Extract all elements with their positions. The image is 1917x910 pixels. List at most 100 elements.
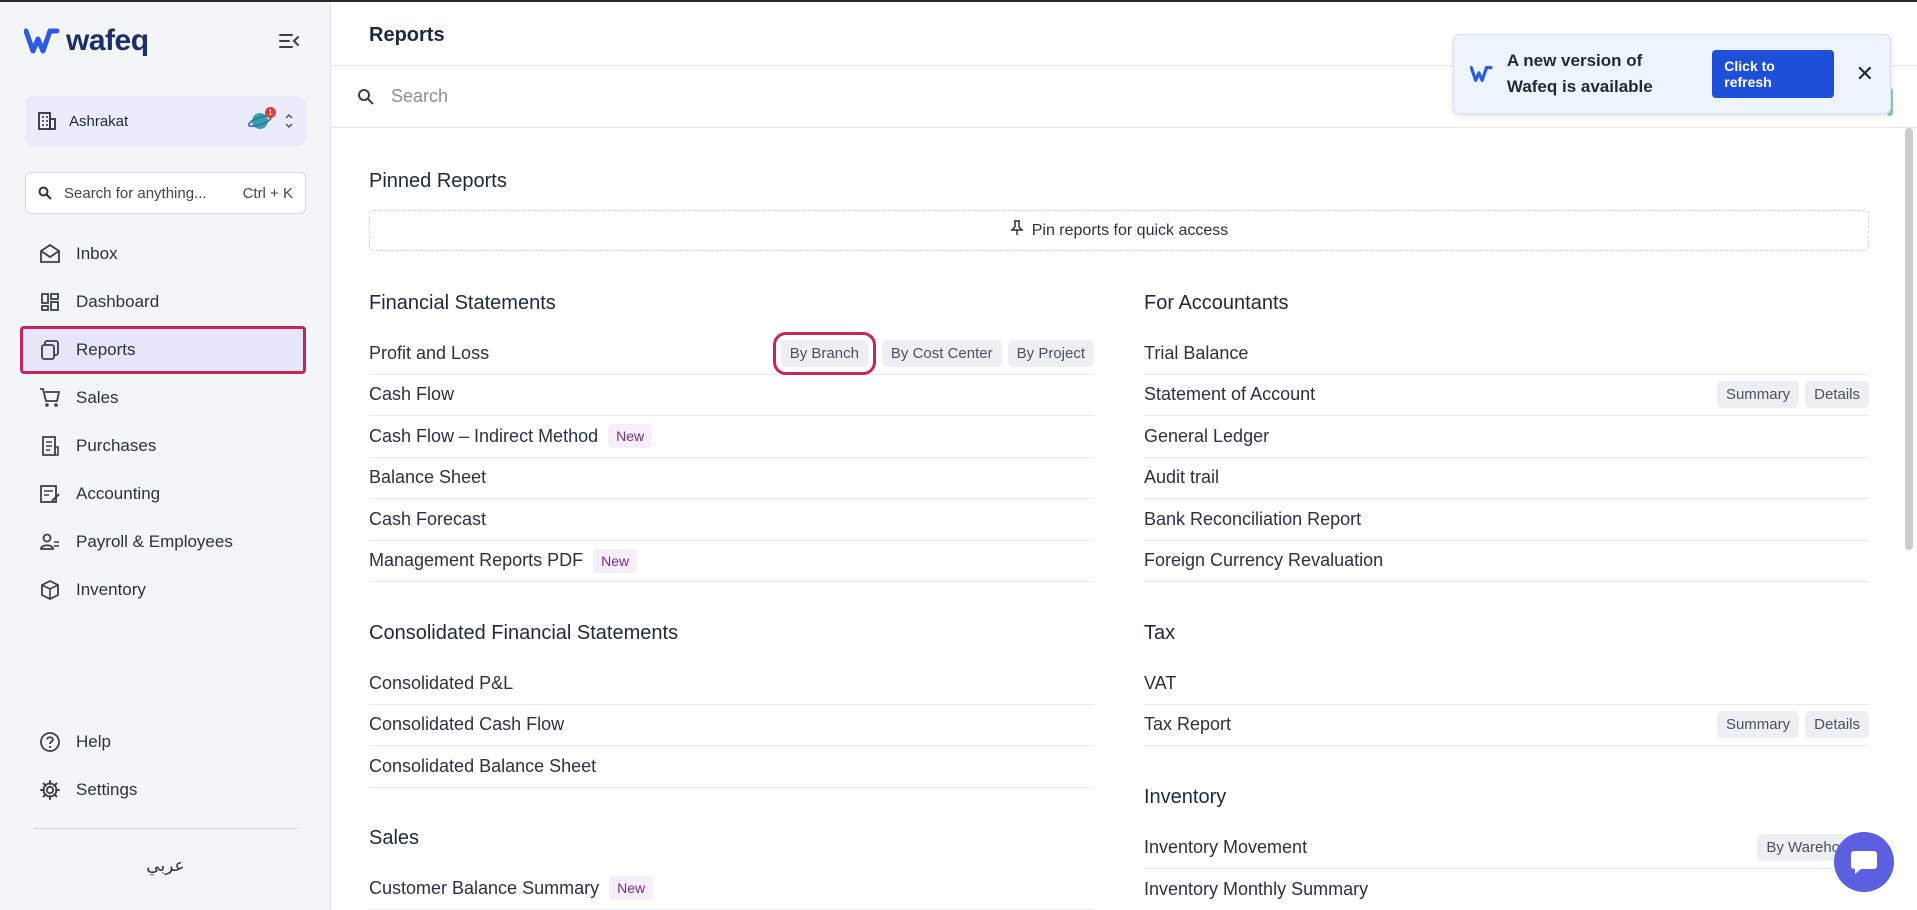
chat-icon [1851, 851, 1877, 874]
financial-statements-list: Profit and Loss By Branch By Cost Center… [369, 331, 1094, 582]
by-cost-center-chip[interactable]: By Cost Center [881, 339, 1002, 367]
report-name: Trial Balance [1144, 342, 1249, 363]
toast-message: A new version of Wafeq is available [1506, 51, 1653, 96]
sidebar-item-help[interactable]: Help [20, 718, 306, 766]
report-name: Inventory Movement [1144, 836, 1308, 857]
report-row-statement-of-account[interactable]: Statement of Account Summary Details [1144, 375, 1869, 416]
report-name: Cash Flow – Indirect Method [369, 425, 599, 446]
wafeq-logo-icon [1470, 66, 1493, 82]
sales-reports-title: Sales [369, 827, 420, 849]
report-name: Profit and Loss [369, 342, 490, 363]
building-icon [38, 112, 56, 130]
sales-reports-list: Customer Balance Summary New [369, 868, 1094, 910]
chat-support-button[interactable] [1834, 832, 1894, 892]
sidebar-item-label: Reports [76, 340, 136, 359]
report-row-cash-flow[interactable]: Cash Flow [369, 375, 1094, 416]
sidebar-item-inbox[interactable]: Inbox [20, 230, 306, 278]
sidebar-item-label: Dashboard [76, 292, 160, 311]
report-row-audit-trail[interactable]: Audit trail [1144, 458, 1869, 499]
search-icon [38, 186, 52, 200]
notification-badge: 1 [265, 107, 276, 118]
update-toast: A new version of Wafeq is available Clic… [1453, 34, 1891, 114]
logo-text: wafeq [66, 24, 149, 57]
report-name: Consolidated Balance Sheet [369, 755, 597, 776]
report-row-tax-report[interactable]: Tax Report Summary Details [1144, 705, 1869, 746]
sidebar-item-inventory[interactable]: Inventory [20, 566, 306, 614]
for-accountants-list: Trial Balance Statement of Account Summa… [1144, 333, 1869, 582]
collapse-sidebar-button[interactable] [278, 32, 302, 52]
sidebar-item-dashboard[interactable]: Dashboard [20, 278, 306, 326]
pinned-empty-text: Pin reports for quick access [1031, 221, 1229, 239]
report-name: VAT [1144, 672, 1177, 693]
report-row-cash-flow-indirect[interactable]: Cash Flow – Indirect Method New [369, 416, 1094, 458]
report-name: Audit trail [1144, 467, 1220, 488]
report-row-consolidated-pl[interactable]: Consolidated P&L [369, 663, 1094, 705]
sidebar-item-purchases[interactable]: Purchases [20, 422, 306, 470]
report-name: Cash Flow [369, 384, 455, 405]
people-icon [38, 530, 62, 554]
consolidated-statements-title: Consolidated Financial Statements [369, 622, 679, 644]
cart-icon [38, 386, 62, 410]
summary-chip[interactable]: Summary [1716, 711, 1800, 739]
report-name: Consolidated P&L [369, 672, 514, 693]
top-border [0, 0, 1917, 2]
page-title: Reports [369, 24, 445, 46]
chevron-updown-icon [285, 113, 293, 129]
report-row-general-ledger[interactable]: General Ledger [1144, 416, 1869, 458]
report-name: Foreign Currency Revaluation [1144, 550, 1384, 571]
search-icon [358, 88, 374, 105]
report-row-management-reports-pdf[interactable]: Management Reports PDF New [369, 541, 1094, 582]
app-logo[interactable]: wafeq [24, 24, 149, 58]
refresh-button[interactable]: Click to refresh [1712, 50, 1834, 98]
report-name: Tax Report [1144, 714, 1232, 735]
inventory-reports-title: Inventory [1144, 786, 1227, 808]
report-name: Statement of Account [1144, 384, 1316, 405]
language-switch[interactable]: عربي [0, 856, 331, 876]
by-branch-chip[interactable]: By Branch [772, 331, 876, 375]
sidebar-item-reports[interactable]: Reports [20, 326, 306, 374]
details-chip[interactable]: Details [1805, 711, 1869, 739]
global-search-input[interactable]: Search for anything... Ctrl + K [25, 172, 306, 214]
report-row-consolidated-cash-flow[interactable]: Consolidated Cash Flow [369, 705, 1094, 746]
new-badge: New [609, 876, 654, 901]
report-row-inventory-monthly-summary[interactable]: Inventory Monthly Summary [1144, 869, 1869, 910]
organization-switcher[interactable]: Ashrakat 1 [25, 96, 306, 146]
report-row-profit-and-loss[interactable]: Profit and Loss By Branch By Cost Center… [369, 331, 1094, 375]
report-row-foreign-currency-revaluation[interactable]: Foreign Currency Revaluation [1144, 541, 1869, 582]
report-row-trial-balance[interactable]: Trial Balance [1144, 333, 1869, 375]
pinned-reports-empty: Pin reports for quick access [369, 210, 1869, 251]
details-chip[interactable]: Details [1805, 381, 1869, 409]
sidebar-item-settings[interactable]: Settings [20, 766, 306, 814]
new-badge: New [593, 548, 638, 573]
report-row-inventory-movement[interactable]: Inventory Movement By Wareho [1144, 827, 1869, 869]
report-row-cash-forecast[interactable]: Cash Forecast [369, 499, 1094, 541]
notifications-icon[interactable]: 1 [247, 107, 276, 135]
report-row-bank-reconciliation[interactable]: Bank Reconciliation Report [1144, 499, 1869, 541]
sidebar-item-payroll[interactable]: Payroll & Employees [20, 518, 306, 566]
report-row-customer-balance-summary[interactable]: Customer Balance Summary New [369, 868, 1094, 910]
reports-search-placeholder: Search [391, 86, 449, 106]
box-icon [38, 578, 62, 602]
sidebar-item-label: Help [76, 732, 111, 751]
pin-icon [1009, 220, 1024, 241]
for-accountants-title: For Accountants [1144, 292, 1289, 314]
sidebar-item-label: Sales [76, 388, 119, 407]
scrollbar[interactable] [1905, 128, 1913, 550]
report-row-vat[interactable]: VAT [1144, 663, 1869, 705]
main-content: Reports Search Pinned Reports Pin report… [331, 0, 1917, 910]
sidebar-item-label: Payroll & Employees [76, 532, 233, 551]
report-row-consolidated-balance-sheet[interactable]: Consolidated Balance Sheet [369, 746, 1094, 788]
organization-name: Ashrakat [69, 112, 129, 130]
report-name: General Ledger [1144, 425, 1270, 446]
consolidated-statements-list: Consolidated P&L Consolidated Cash Flow … [369, 663, 1094, 788]
summary-chip[interactable]: Summary [1716, 381, 1800, 409]
report-name: Management Reports PDF [369, 550, 584, 571]
sidebar-item-label: Inventory [76, 580, 146, 599]
close-icon[interactable]: ✕ [1856, 61, 1874, 87]
report-row-balance-sheet[interactable]: Balance Sheet [369, 458, 1094, 499]
by-project-chip[interactable]: By Project [1007, 339, 1094, 367]
sidebar-item-sales[interactable]: Sales [20, 374, 306, 422]
sidebar-item-accounting[interactable]: Accounting [20, 470, 306, 518]
report-name: Inventory Monthly Summary [1144, 878, 1369, 899]
sidebar: wafeq Ashrakat 1 Search for anything... … [0, 0, 331, 910]
